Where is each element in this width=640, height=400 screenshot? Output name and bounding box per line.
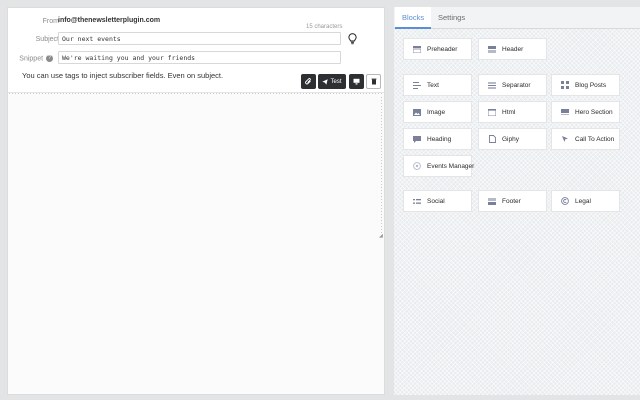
lightbulb-icon[interactable] (348, 32, 357, 45)
blocks-panel: Blocks Settings Preheader Header Text Se… (394, 7, 640, 395)
tab-blocks[interactable]: Blocks (395, 7, 432, 29)
tab-settings[interactable]: Settings (431, 7, 472, 29)
block-blog-posts[interactable]: Blog Posts (551, 74, 620, 96)
block-label: Call To Action (575, 135, 615, 143)
block-label: Text (427, 81, 439, 89)
block-label: Heading (427, 135, 452, 143)
snippet-label-text: Snippet (19, 55, 44, 63)
block-heading[interactable]: Heading (403, 128, 472, 150)
subject-input[interactable] (58, 32, 341, 45)
resize-handle-icon[interactable]: ◢ (379, 234, 384, 239)
from-address: info@thenewsletterplugin.com (58, 17, 161, 24)
block-label: Header (502, 45, 524, 53)
giphy-icon (488, 135, 496, 143)
block-separator[interactable]: Separator (478, 74, 547, 96)
snippet-label: Snippet ? (8, 55, 53, 62)
block-label: Social (427, 197, 445, 205)
block-label: Legal (575, 197, 591, 205)
panel-tabs: Blocks Settings (394, 7, 640, 29)
block-label: Html (502, 108, 516, 116)
block-text[interactable]: Text (403, 74, 472, 96)
monitor-icon (353, 78, 360, 85)
snippet-input[interactable] (58, 51, 341, 64)
from-label: From (42, 18, 59, 25)
block-html[interactable]: Html (478, 101, 547, 123)
block-label: Preheader (427, 45, 458, 53)
text-icon (413, 81, 421, 89)
delete-button[interactable] (366, 74, 381, 89)
block-hero-section[interactable]: Hero Section (551, 101, 620, 123)
subject-char-count: 15 characters (306, 24, 343, 30)
subject-label: Subject (35, 36, 59, 43)
block-preheader[interactable]: Preheader (403, 38, 472, 60)
block-social[interactable]: Social (403, 190, 472, 212)
block-footer[interactable]: Footer (478, 190, 547, 212)
block-call-to-action[interactable]: Call To Action (551, 128, 620, 150)
separator-icon (488, 81, 496, 89)
block-label: Events Manager (427, 162, 475, 170)
block-label: Image (427, 108, 446, 116)
canvas-scrollbar[interactable] (380, 96, 384, 238)
block-image[interactable]: Image (403, 101, 472, 123)
paper-plane-icon (322, 78, 329, 85)
social-icon (413, 197, 421, 205)
heading-icon (413, 135, 421, 143)
preheader-icon (413, 45, 421, 53)
hero-section-icon (561, 108, 569, 116)
canvas-top-border (8, 92, 384, 96)
preview-button[interactable] (349, 74, 364, 89)
block-giphy[interactable]: Giphy (478, 128, 547, 150)
help-icon[interactable]: ? (46, 55, 53, 62)
block-label: Hero Section (575, 108, 613, 116)
attachment-button[interactable] (301, 74, 316, 89)
editor-panel: From info@thenewsletterplugin.com 15 cha… (7, 7, 385, 395)
legal-icon (561, 197, 569, 205)
block-header[interactable]: Header (478, 38, 547, 60)
paperclip-icon (305, 78, 311, 85)
block-label: Separator (502, 81, 531, 89)
header-icon (488, 45, 496, 53)
block-label: Footer (502, 197, 521, 205)
block-legal[interactable]: Legal (551, 190, 620, 212)
events-manager-icon (413, 162, 421, 170)
newsletter-composer: From info@thenewsletterplugin.com 15 cha… (0, 0, 640, 400)
test-button[interactable]: Test (318, 74, 346, 89)
html-icon (488, 108, 496, 116)
blog-posts-icon (561, 81, 569, 89)
block-label: Giphy (502, 135, 519, 143)
email-canvas[interactable] (8, 92, 384, 394)
trash-icon (371, 78, 376, 85)
footer-icon (488, 197, 496, 205)
test-button-label: Test (330, 78, 342, 85)
block-events-manager[interactable]: Events Manager (403, 155, 475, 177)
block-label: Blog Posts (575, 81, 607, 89)
call-to-action-icon (561, 135, 569, 143)
image-icon (413, 108, 421, 116)
tags-hint: You can use tags to inject subscriber fi… (22, 71, 224, 80)
